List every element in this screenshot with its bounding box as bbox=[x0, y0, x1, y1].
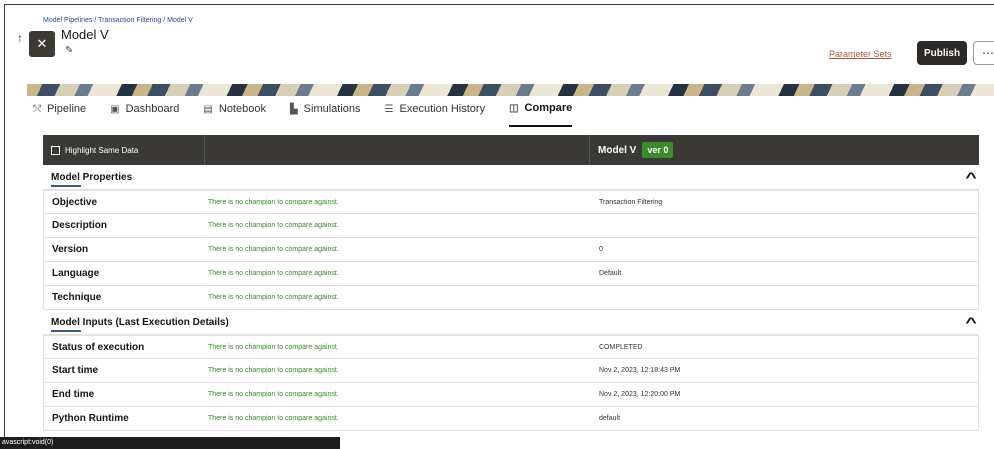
collapse-caret-icon[interactable]: ^ bbox=[965, 169, 976, 185]
tab-simulations[interactable]: ▙ Simulations bbox=[290, 99, 361, 119]
table-row: Language There is no champion to compare … bbox=[43, 262, 979, 286]
app-frame: Model Pipelines / Transaction Filtering … bbox=[4, 4, 994, 449]
compare-table-header: Highlight Same Data Model V ver 0 bbox=[43, 135, 979, 165]
tab-compare[interactable]: ◫ Compare bbox=[509, 99, 573, 127]
model-app-icon: ✕ bbox=[29, 31, 55, 57]
section-title: Model Inputs (Last Execution Details) bbox=[51, 316, 229, 332]
model-column-header: Model V ver 0 bbox=[590, 135, 979, 165]
parameter-sets-link[interactable]: Parameter Sets bbox=[829, 49, 892, 59]
breadcrumb: Model Pipelines / Transaction Filtering … bbox=[43, 17, 193, 24]
dashboard-icon: ▣ bbox=[110, 103, 120, 115]
tab-bar: ⤲ Pipeline ▣ Dashboard ▤ Notebook ▙ Simulati… bbox=[33, 99, 596, 127]
edit-icon[interactable]: ✎ bbox=[65, 45, 73, 56]
publish-button[interactable]: Publish bbox=[917, 41, 967, 65]
table-row: Status of execution There is no champion … bbox=[43, 335, 979, 359]
model-name: Model V bbox=[598, 144, 637, 156]
section-model-inputs: Model Inputs (Last Execution Details) ^ bbox=[43, 310, 979, 334]
table-row: Technique There is no champion to compare… bbox=[43, 286, 979, 310]
browser-status-bar: avascript:void(0) bbox=[0, 437, 340, 449]
table-row: Version There is no champion to compare a… bbox=[43, 238, 979, 262]
compare-table: Highlight Same Data Model V ver 0 Model … bbox=[43, 135, 979, 431]
section-model-properties: Model Properties ^ bbox=[43, 165, 979, 189]
section-rows: Status of execution There is no champion … bbox=[43, 334, 979, 431]
tab-notebook[interactable]: ▤ Notebook bbox=[203, 99, 266, 119]
list-icon: ☰ bbox=[384, 103, 394, 115]
more-options-button[interactable]: ⋯ bbox=[973, 41, 994, 65]
table-row: End time There is no champion to compare … bbox=[43, 383, 979, 407]
highlight-same-data-toggle[interactable]: Highlight Same Data bbox=[43, 135, 205, 165]
collapse-caret-icon[interactable]: ^ bbox=[965, 314, 976, 330]
up-arrow-icon[interactable]: ↑ bbox=[17, 31, 23, 45]
checkbox-icon[interactable] bbox=[51, 145, 60, 155]
table-row: Objective There is no champion to compare… bbox=[43, 190, 979, 214]
pipeline-icon: ⤲ bbox=[33, 103, 41, 115]
table-row: Python Runtime There is no champion to co… bbox=[43, 407, 979, 431]
tab-execution-history[interactable]: ☰ Execution History bbox=[385, 99, 486, 119]
simulations-icon: ▙ bbox=[289, 103, 298, 115]
version-badge: ver 0 bbox=[642, 142, 674, 158]
table-row: Start time There is no champion to compar… bbox=[43, 359, 979, 383]
tab-pipeline[interactable]: ⤲ Pipeline bbox=[33, 99, 86, 119]
breadcrumb-item-current: Model V bbox=[167, 17, 193, 24]
compare-icon: ◫ bbox=[509, 102, 519, 114]
notebook-icon: ▤ bbox=[203, 103, 213, 115]
decorative-banner bbox=[27, 84, 994, 96]
highlight-label: Highlight Same Data bbox=[65, 145, 139, 155]
section-title: Model Properties bbox=[51, 171, 133, 187]
tab-dashboard[interactable]: ▣ Dashboard bbox=[110, 99, 179, 119]
breadcrumb-item-pipelines[interactable]: Model Pipelines bbox=[43, 17, 92, 24]
section-rows: Objective There is no champion to compare… bbox=[43, 189, 979, 310]
champion-column-header bbox=[205, 135, 590, 165]
table-row: Description There is no champion to compa… bbox=[43, 214, 979, 238]
page-title: Model V bbox=[61, 27, 109, 42]
breadcrumb-item-transaction-filtering[interactable]: Transaction Filtering bbox=[98, 17, 161, 24]
